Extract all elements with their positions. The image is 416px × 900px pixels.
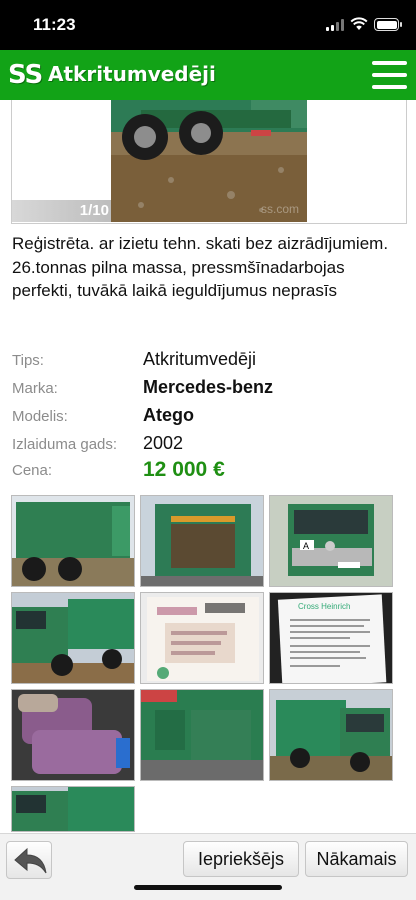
spec-value-price: 12 000 € — [143, 458, 225, 481]
spec-row-price: Cena: 12 000 € — [12, 458, 406, 484]
thumbnail-photo[interactable] — [11, 689, 135, 781]
thumbnail-photo[interactable] — [11, 786, 135, 832]
battery-icon — [374, 18, 402, 31]
reply-arrow-icon — [14, 847, 47, 874]
app-header: SS Atkritumvedēji — [0, 50, 416, 100]
thumbnail-photo[interactable] — [140, 495, 264, 587]
thumbnail-photo[interactable] — [269, 689, 393, 781]
spec-label-price: Cena: — [12, 462, 53, 479]
spec-label-type: Tips: — [12, 352, 44, 369]
watermark: ss.com — [261, 202, 299, 216]
spec-row-model: Modelis: Atego — [12, 404, 406, 430]
spec-label-model: Modelis: — [12, 408, 68, 425]
ad-description: Reģistrēta. ar izietu tehn. skati bez ai… — [12, 234, 389, 300]
spec-row-brand: Marka: Mercedes-benz — [12, 376, 406, 402]
ss-logo[interactable]: SS — [8, 60, 43, 90]
thumbnail-photo[interactable]: Cross Heinrich — [269, 592, 393, 684]
spec-label-brand: Marka: — [12, 380, 58, 397]
spec-value-year: 2002 — [143, 433, 184, 453]
thumbnail-photo[interactable]: A — [269, 495, 393, 587]
photo-gallery[interactable]: ss.com 1/10 — [11, 100, 407, 224]
previous-button[interactable]: Iepriekšējs — [183, 841, 299, 877]
thumbnail-photo[interactable] — [11, 495, 135, 587]
signal-icon — [326, 19, 346, 31]
thumbnail-photo[interactable] — [11, 592, 135, 684]
spec-value-brand[interactable]: Mercedes-benz — [143, 377, 273, 398]
hamburger-menu-icon[interactable] — [372, 60, 407, 90]
page-title[interactable]: Atkritumvedēji — [48, 62, 216, 86]
main-photo[interactable]: ss.com — [111, 100, 307, 222]
status-bar: 11:23 — [0, 0, 416, 50]
spec-value-type[interactable]: Atkritumvedēji — [143, 349, 256, 370]
photo-counter: 1/10 — [12, 200, 111, 222]
spec-value-model[interactable]: Atego — [143, 405, 194, 426]
status-time: 11:23 — [33, 15, 76, 34]
wifi-icon — [350, 17, 368, 30]
thumbnail-photo[interactable] — [140, 592, 264, 684]
svg-text:A: A — [303, 541, 309, 551]
thumbnail-photo[interactable] — [140, 689, 264, 781]
home-indicator — [134, 885, 282, 890]
back-button[interactable] — [6, 841, 52, 879]
next-button[interactable]: Nākamais — [305, 841, 408, 877]
spec-row-year: Izlaiduma gads: 2002 — [12, 432, 406, 458]
spec-row-type: Tips: Atkritumvedēji — [12, 348, 406, 374]
spec-label-year: Izlaiduma gads: — [12, 436, 118, 453]
svg-text:Cross Heinrich: Cross Heinrich — [298, 602, 350, 611]
